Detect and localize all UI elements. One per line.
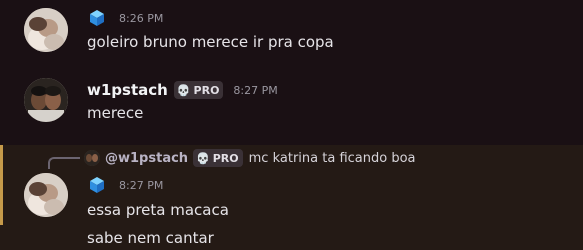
timestamp: 8:27 PM: [233, 83, 278, 97]
message-header: 8:27 PM: [87, 175, 163, 195]
badge-label: PRO: [193, 83, 220, 97]
mention-highlight-bar: [0, 145, 3, 225]
reply-text: mc katrina ta ficando boa: [248, 150, 416, 166]
blue-cube-icon: [90, 10, 104, 26]
reply-preview[interactable]: @w1pstach 💀 PRO mc katrina ta ficando bo…: [84, 148, 416, 168]
pro-badge: 💀 PRO: [193, 149, 243, 167]
chat-message-list: 8:26 PM goleiro bruno merece ir pra copa…: [0, 0, 583, 250]
message-header: w1pstach 💀 PRO 8:27 PM: [87, 80, 278, 100]
pro-badge[interactable]: 💀 PRO: [173, 81, 224, 99]
skull-icon: 💀: [196, 151, 210, 165]
author-name[interactable]: w1pstach: [87, 81, 168, 99]
message-text: merece: [87, 104, 144, 122]
message-group-highlighted: @w1pstach 💀 PRO mc katrina ta ficando bo…: [0, 145, 583, 250]
message-text: essa preta macaca: [87, 201, 229, 219]
avatar[interactable]: [24, 173, 68, 217]
avatar[interactable]: [24, 8, 68, 52]
reply-connector: [48, 157, 80, 169]
message-text: goleiro bruno merece ir pra copa: [87, 33, 334, 51]
timestamp: 8:27 PM: [119, 178, 164, 192]
reply-author[interactable]: @w1pstach: [105, 151, 188, 166]
message-text: sabe nem cantar: [87, 229, 214, 247]
message-group: 8:26 PM goleiro bruno merece ir pra copa: [0, 0, 583, 64]
skull-icon: 💀: [176, 83, 191, 97]
badge-label: PRO: [212, 151, 239, 165]
message-header: 8:26 PM: [87, 8, 163, 28]
reply-avatar: [84, 150, 100, 166]
message-group: w1pstach 💀 PRO 8:27 PM merece: [0, 70, 583, 130]
blue-cube-icon: [90, 177, 104, 193]
avatar[interactable]: [24, 78, 68, 122]
timestamp: 8:26 PM: [119, 11, 164, 25]
